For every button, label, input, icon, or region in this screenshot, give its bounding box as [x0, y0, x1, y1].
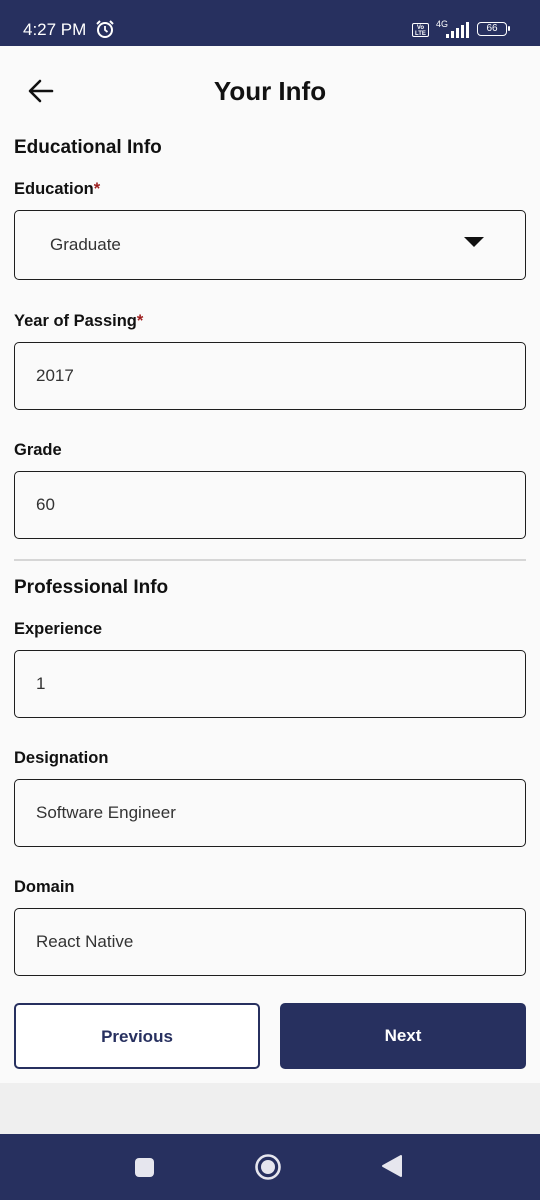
designation-label: Designation: [14, 749, 109, 767]
next-button[interactable]: Next: [280, 1003, 526, 1069]
educational-info-heading: Educational Info: [14, 137, 162, 158]
domain-value: React Native: [36, 932, 134, 951]
year-of-passing-value: 2017: [36, 366, 74, 385]
section-divider: [14, 559, 526, 561]
education-label: Education*: [14, 180, 100, 199]
year-of-passing-label-text: Year of Passing: [14, 312, 137, 330]
experience-label: Experience: [14, 620, 103, 638]
recents-square-icon[interactable]: [135, 1158, 154, 1177]
volte-icon: Vo LTE: [412, 23, 429, 37]
page-title: Your Info: [213, 76, 327, 106]
signal-icon: [446, 22, 470, 43]
system-nav-bar: [0, 1134, 540, 1200]
home-circle-icon[interactable]: [254, 1153, 282, 1186]
caret-down-icon: [464, 237, 484, 247]
grade-input[interactable]: 60: [14, 471, 526, 539]
domain-label: Domain: [14, 878, 75, 896]
grade-label: Grade: [14, 441, 62, 459]
back-triangle-icon[interactable]: [381, 1154, 403, 1183]
designation-input[interactable]: Software Engineer: [14, 779, 526, 847]
year-of-passing-input[interactable]: 2017: [14, 342, 526, 410]
required-mark: *: [93, 180, 101, 198]
experience-input[interactable]: 1: [14, 650, 526, 718]
status-bar: 4:27 PM Vo LTE 4G 66: [0, 0, 540, 46]
battery-icon: 66: [477, 22, 510, 36]
education-dropdown[interactable]: Graduate: [14, 210, 526, 280]
status-time: 4:27 PM: [23, 20, 87, 39]
education-label-text: Education: [14, 180, 94, 198]
professional-info-heading: Professional Info: [14, 577, 169, 598]
alarm-icon: [95, 19, 115, 44]
previous-button[interactable]: Previous: [14, 1003, 260, 1069]
domain-input[interactable]: React Native: [14, 908, 526, 976]
experience-value: 1: [36, 674, 46, 693]
designation-value: Software Engineer: [36, 803, 176, 822]
year-of-passing-label: Year of Passing*: [14, 312, 143, 331]
form-screen: Your Info Educational Info Education* Gr…: [0, 46, 540, 1083]
required-mark: *: [136, 312, 144, 330]
education-value: Graduate: [50, 235, 121, 254]
grade-value: 60: [36, 495, 55, 514]
